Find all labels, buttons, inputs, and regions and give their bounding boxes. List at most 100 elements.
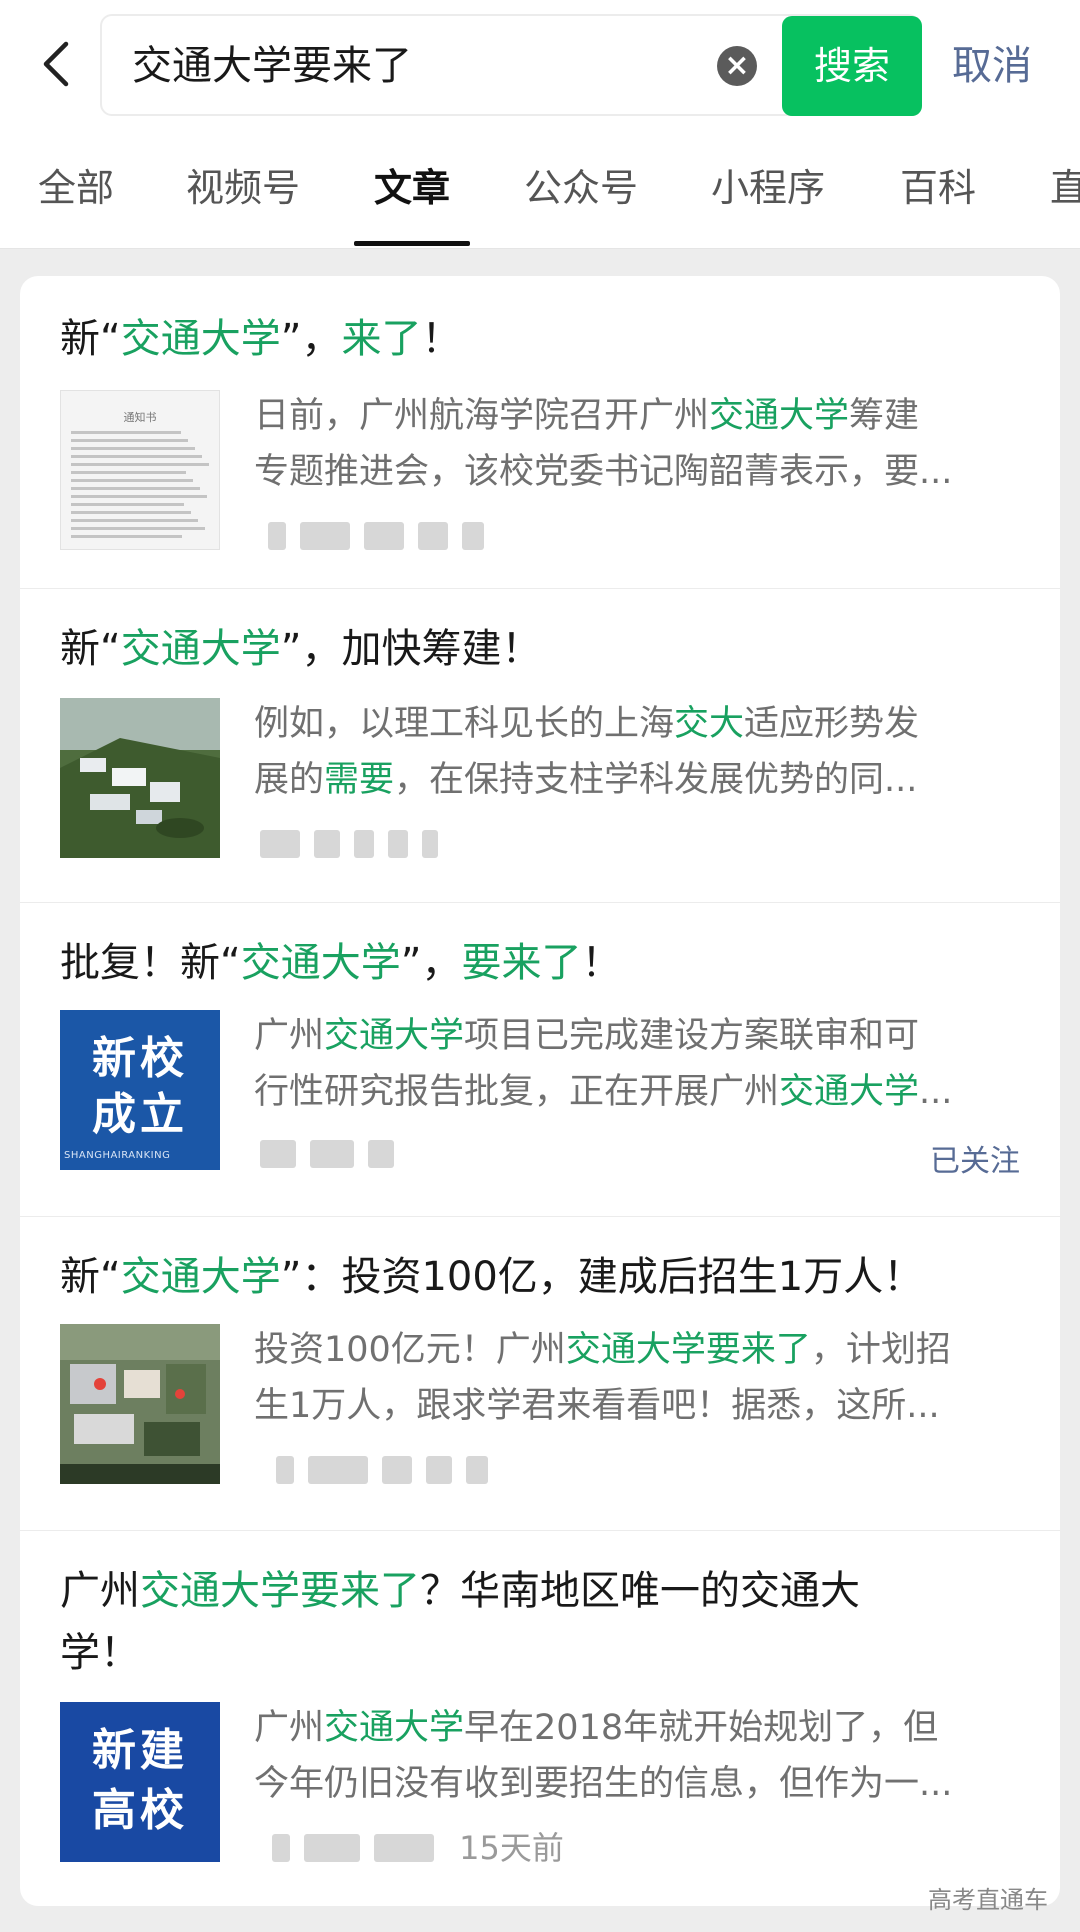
article-title[interactable]: 批复！新“交通大学”，要来了！ (60, 932, 960, 994)
tab-more[interactable]: 直 (1050, 162, 1080, 214)
thumbnail-label-line2: 高校 (92, 1785, 188, 1836)
keyword-highlight: 交通大学要来了 (140, 1568, 420, 1614)
text-segment: 日前，广州航海学院召开广州 (254, 396, 710, 436)
tab-official-accounts[interactable]: 公众号 (524, 162, 638, 214)
back-icon[interactable] (36, 40, 76, 88)
article-results-list: 新“交通大学”，来了！ 通知书 日前，广州航海学院召开广州交通大学筹建 专题推进会… (20, 276, 1060, 1906)
snippet-line: 今年仍旧没有收到要招生的信息，但作为一... (254, 1756, 1034, 1812)
article-result[interactable]: 新“交通大学”：投资100亿，建成后招生1万人！ 投资100亿元！广州交通大学要… (20, 1216, 1060, 1531)
keyword-highlight: 交通大学 (120, 626, 281, 672)
text-segment: 专题推进会，该校党委书记陶韶菁表示，要... (254, 452, 953, 492)
article-source: 15天前 (272, 1830, 564, 1866)
article-snippet: 广州交通大学早在2018年就开始规划了，但今年仍旧没有收到要招生的信息，但作为一… (254, 1700, 1034, 1812)
tab-encyclopedia[interactable]: 百科 (900, 162, 976, 214)
text-segment: ... (919, 1072, 953, 1112)
snippet-line: 专题推进会，该校党委书记陶韶菁表示，要... (254, 444, 1034, 500)
keyword-highlight: 来了 (341, 316, 422, 362)
text-segment: ！ (581, 940, 622, 986)
article-result[interactable]: 广州交通大学要来了？华南地区唯一的交通大 学！ 新建 高校 广州交通大学早在20… (20, 1530, 1060, 1906)
text-segment: 投资100亿元！广州 (254, 1330, 566, 1370)
text-segment: 今年仍旧没有收到要招生的信息，但作为一... (254, 1764, 953, 1804)
article-thumbnail: 新校 成立 SHANGHAIRANKING (60, 1010, 220, 1170)
snippet-line: 生1万人，跟求学君来看看吧！据悉，这所... (254, 1378, 1034, 1434)
publish-time: 15天前 (459, 1829, 564, 1867)
article-source (260, 1140, 408, 1176)
text-segment: ”， (400, 940, 462, 986)
keyword-highlight: 交通大学 (240, 940, 401, 986)
article-thumbnail: 通知书 (60, 390, 220, 550)
article-result[interactable]: 新“交通大学”，来了！ 通知书 日前，广州航海学院召开广州交通大学筹建 专题推进会… (20, 276, 1060, 589)
snippet-line: 广州交通大学早在2018年就开始规划了，但 (254, 1700, 1034, 1756)
article-source (268, 522, 498, 558)
search-query[interactable]: 交通大学要来了 (132, 38, 412, 94)
keyword-highlight: 交通大学 (120, 1254, 281, 1300)
cancel-button[interactable]: 取消 (952, 40, 1032, 92)
clear-icon[interactable]: × (717, 46, 757, 86)
article-title[interactable]: 新“交通大学”，加快筹建！ (60, 618, 960, 680)
tab-all[interactable]: 全部 (38, 162, 114, 214)
text-segment: 行性研究报告批复，正在开展广州 (254, 1072, 780, 1112)
keyword-highlight: 交通大学 (324, 1708, 465, 1748)
text-segment: ，计划招 (810, 1330, 951, 1370)
text-segment: 新“ (60, 1254, 121, 1300)
snippet-line: 日前，广州航海学院召开广州交通大学筹建 (254, 388, 1034, 444)
article-source (276, 1456, 502, 1492)
keyword-highlight: 交大 (674, 704, 745, 744)
snippet-line: 例如，以理工科见长的上海交大适应形势发 (254, 696, 1034, 752)
text-segment: 项目已完成建设方案联审和可 (464, 1016, 920, 1056)
article-title[interactable]: 新“交通大学”，来了！ (60, 308, 960, 370)
article-snippet: 广州交通大学项目已完成建设方案联审和可 行性研究报告批复，正在开展广州交通大学..… (254, 1008, 1034, 1120)
tab-bar: 全部 视频号 文章 公众号 小程序 百科 直 (0, 128, 1080, 249)
keyword-highlight: 交通大学 (324, 1016, 465, 1056)
keyword-highlight: 交通大学要来了 (565, 1330, 811, 1370)
article-source (260, 830, 452, 866)
snippet-line: 行性研究报告批复，正在开展广州交通大学... (254, 1064, 1034, 1120)
article-title-line1: 广州交通大学要来了？华南地区唯一的交通大 (60, 1568, 860, 1614)
thumbnail-heading: 通知书 (123, 411, 157, 424)
text-segment: ？华南地区唯一的交通大 (420, 1568, 860, 1614)
search-header: 交通大学要来了 × 搜索 取消 (0, 0, 1080, 128)
text-segment: 例如，以理工科见长的上海 (254, 704, 675, 744)
thumbnail-caption: SHANGHAIRANKING (64, 1150, 171, 1161)
article-title-line2: 学！ (60, 1630, 140, 1676)
text-segment: 生1万人，跟求学君来看看吧！据悉，这所... (254, 1386, 940, 1426)
text-segment: ，在保持支柱学科发展优势的同... (394, 760, 918, 800)
article-result[interactable]: 批复！新“交通大学”，要来了！ 新校 成立 SHANGHAIRANKING 广州… (20, 902, 1060, 1217)
article-thumbnail: 新建 高校 (60, 1702, 220, 1862)
text-segment: 广州 (60, 1568, 140, 1614)
keyword-highlight: 需要 (324, 760, 395, 800)
text-segment: 新“ (60, 316, 121, 362)
text-segment: 新“ (60, 626, 121, 672)
keyword-highlight: 交通大学 (779, 1072, 920, 1112)
snippet-line: 展的需要，在保持支柱学科发展优势的同... (254, 752, 1034, 808)
keyword-highlight: 要来了 (461, 940, 582, 986)
article-snippet: 日前，广州航海学院召开广州交通大学筹建专题推进会，该校党委书记陶韶菁表示，要..… (254, 388, 1034, 500)
thumbnail-label-line1: 新建 (92, 1725, 188, 1776)
keyword-highlight: 交通大学 (120, 316, 281, 362)
text-segment: 适应形势发 (744, 704, 920, 744)
article-title[interactable]: 新“交通大学”：投资100亿，建成后招生1万人！ (60, 1246, 960, 1308)
snippet-line: 投资100亿元！广州交通大学要来了，计划招 (254, 1322, 1034, 1378)
tab-articles[interactable]: 文章 (374, 162, 450, 214)
article-title[interactable]: 广州交通大学要来了？华南地区唯一的交通大 学！ (60, 1560, 960, 1684)
search-button[interactable]: 搜索 (782, 16, 922, 116)
text-segment: 展的 (254, 760, 325, 800)
text-segment: ”， (280, 316, 342, 362)
text-segment: 批复！新“ (60, 940, 241, 986)
tab-channels[interactable]: 视频号 (186, 162, 300, 214)
article-snippet: 投资100亿元！广州交通大学要来了，计划招生1万人，跟求学君来看看吧！据悉，这所… (254, 1322, 1034, 1434)
active-tab-indicator (354, 241, 470, 246)
article-thumbnail (60, 698, 220, 858)
thumbnail-label-line2: 成立 (92, 1089, 188, 1140)
text-segment: 广州 (254, 1016, 325, 1056)
tab-mini-programs[interactable]: 小程序 (711, 162, 825, 214)
campus-aerial-image (60, 698, 220, 858)
text-segment: 广州 (254, 1708, 325, 1748)
keyword-highlight: 交通大学 (709, 396, 850, 436)
text-segment: ”，加快筹建！ (280, 626, 542, 672)
snippet-line: 广州交通大学项目已完成建设方案联审和可 (254, 1008, 1034, 1064)
article-result[interactable]: 新“交通大学”，加快筹建！ 例如，以理工科见长的上海交大适应形势发 展的需要，在保… (20, 588, 1060, 903)
article-thumbnail (60, 1324, 220, 1484)
followed-badge[interactable]: 已关注 (930, 1136, 1020, 1180)
text-segment: ！ (421, 316, 462, 362)
